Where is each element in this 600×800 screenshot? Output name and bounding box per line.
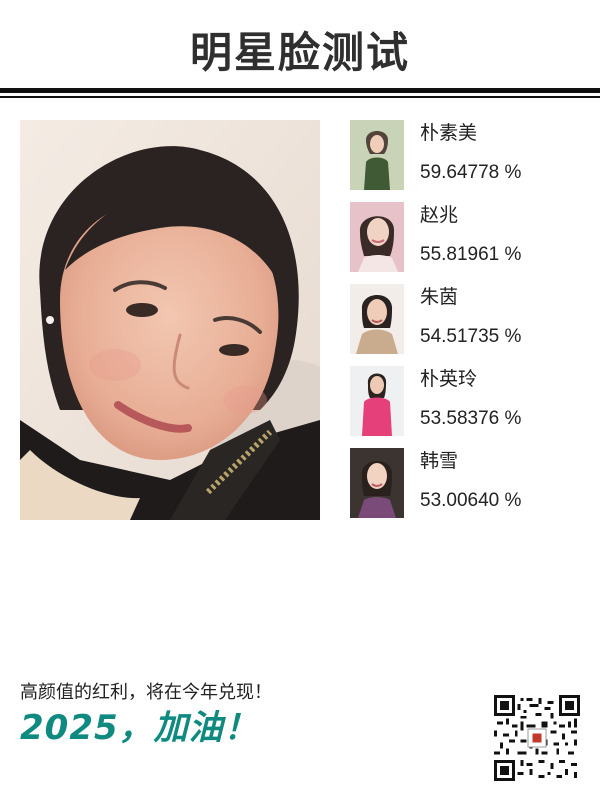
match-thumbnail — [350, 202, 404, 272]
match-name: 朴素美 — [420, 122, 478, 144]
user-photo — [20, 120, 320, 520]
header-divider-thin — [0, 96, 600, 98]
match-score: 53.58376 % — [420, 408, 522, 429]
slogan-text: 高颜值的红利，将在今年兑现！ — [20, 682, 272, 703]
match-item[interactable]: 朴英玲 53.58376 % — [350, 366, 590, 438]
match-name: 赵兆 — [420, 204, 459, 226]
match-item[interactable]: 朴素美 59.64778 % — [350, 120, 590, 192]
match-score: 54.51735 % — [420, 326, 522, 347]
match-name: 朱茵 — [420, 286, 459, 308]
match-thumbnail — [350, 448, 404, 518]
match-item[interactable]: 韩雪 53.00640 % — [350, 448, 590, 520]
match-thumbnail — [350, 120, 404, 190]
match-score: 55.81961 % — [420, 244, 522, 265]
header-divider-thick — [0, 88, 600, 93]
cheer-text: 2025，加油！ — [20, 708, 259, 748]
match-thumbnail — [350, 284, 404, 354]
page-title: 明星脸测试 — [189, 28, 410, 77]
qr-code-icon[interactable] — [494, 695, 580, 781]
match-name: 朴英玲 — [420, 368, 478, 390]
match-item[interactable]: 赵兆 55.81961 % — [350, 202, 590, 274]
match-name: 韩雪 — [420, 450, 459, 472]
match-score: 53.00640 % — [420, 490, 522, 511]
match-thumbnail — [350, 366, 404, 436]
match-item[interactable]: 朱茵 54.51735 % — [350, 284, 590, 356]
match-score: 59.64778 % — [420, 162, 522, 183]
